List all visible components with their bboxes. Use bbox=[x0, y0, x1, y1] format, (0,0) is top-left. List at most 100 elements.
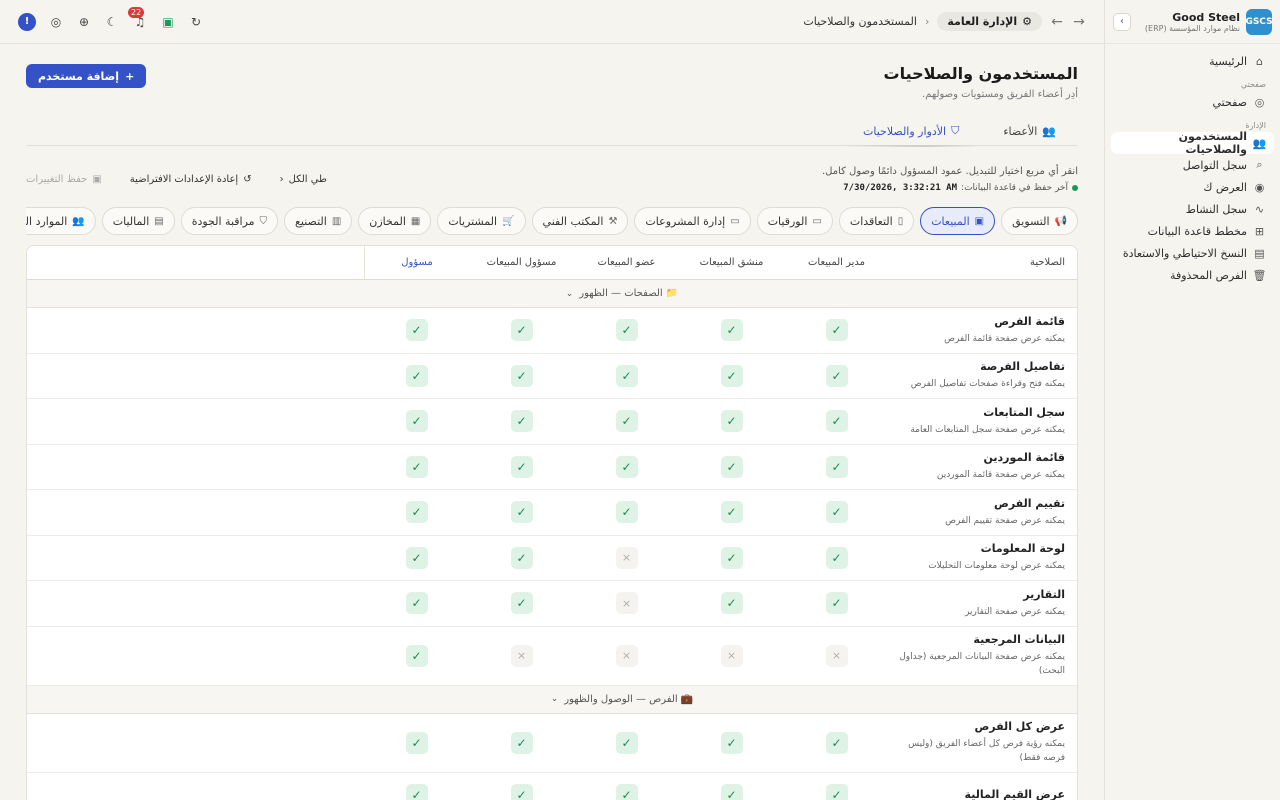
sidebar-item[interactable]: 🗑 الفرص المحذوفة bbox=[1111, 264, 1274, 286]
sidebar-item[interactable]: ∿ سجل النشاط bbox=[1111, 198, 1274, 220]
check-icon[interactable]: ✓ bbox=[405, 731, 428, 754]
forward-arrow-icon[interactable]: → bbox=[1072, 14, 1086, 30]
x-icon[interactable]: × bbox=[615, 546, 638, 569]
check-icon[interactable]: ✓ bbox=[825, 783, 848, 800]
permission-group-header[interactable]: 📁 الصفحات — الظهور ⌄ bbox=[27, 280, 1077, 308]
module-chip[interactable]: ▣ المبيعات bbox=[920, 207, 996, 235]
check-icon[interactable]: ✓ bbox=[825, 455, 848, 478]
back-arrow-icon[interactable]: ← bbox=[1050, 14, 1064, 30]
x-icon[interactable]: × bbox=[720, 644, 743, 667]
refresh-icon[interactable]: ↻ bbox=[188, 14, 204, 30]
module-chip[interactable]: ⛉ مراقبة الجودة bbox=[180, 207, 279, 235]
check-icon[interactable]: ✓ bbox=[825, 319, 848, 342]
check-circle-icon[interactable]: ◎ bbox=[48, 14, 64, 30]
x-icon[interactable]: × bbox=[825, 644, 848, 667]
check-icon[interactable]: ✓ bbox=[720, 546, 743, 569]
collapse-all-button[interactable]: طي الكل ‹ bbox=[280, 174, 327, 185]
excel-icon[interactable]: ▣ bbox=[160, 14, 176, 30]
sidebar-item[interactable]: 👥 المستخدمون والصلاحيات bbox=[1111, 130, 1274, 156]
module-chip[interactable]: ▥ التصنيع bbox=[284, 207, 353, 235]
save-changes-button[interactable]: ▣ حفظ التغييرات bbox=[26, 174, 102, 185]
x-icon[interactable]: × bbox=[615, 644, 638, 667]
sidebar-collapse-button[interactable]: › bbox=[1113, 12, 1131, 31]
check-icon[interactable]: ✓ bbox=[510, 731, 533, 754]
brand-subtitle: نظام موارد المؤسسة (ERP) bbox=[1144, 23, 1240, 33]
permission-toggle-cell: ✓ bbox=[574, 783, 679, 800]
check-icon[interactable]: ✓ bbox=[405, 455, 428, 478]
check-icon[interactable]: ✓ bbox=[405, 592, 428, 615]
tab-roles-permissions[interactable]: ⛉ الأدوار والصلاحيات bbox=[841, 116, 982, 147]
sidebar-item[interactable]: ⊞ مخطط قاعدة البيانات bbox=[1111, 220, 1274, 242]
permission-toggle-cell: ✓ bbox=[469, 783, 574, 800]
check-icon[interactable]: ✓ bbox=[615, 455, 638, 478]
module-chip[interactable]: 🛒 المشتريات bbox=[437, 207, 526, 235]
tab-members[interactable]: 👥 الأعضاء bbox=[981, 116, 1078, 146]
module-chip[interactable]: ▦ المخازن bbox=[358, 207, 432, 235]
check-icon[interactable]: ✓ bbox=[510, 592, 533, 615]
check-icon[interactable]: ✓ bbox=[720, 731, 743, 754]
check-icon[interactable]: ✓ bbox=[510, 455, 533, 478]
table-header: الصلاحية مدير المبيعات منشق المبيعات عضو ال… bbox=[27, 245, 1077, 280]
module-chip[interactable]: 👥 الموارد البشرية bbox=[26, 207, 96, 235]
moon-icon[interactable]: ☾ bbox=[104, 14, 120, 30]
globe-icon[interactable]: ⊕ bbox=[76, 14, 92, 30]
check-icon[interactable]: ✓ bbox=[510, 364, 533, 387]
check-icon[interactable]: ✓ bbox=[720, 455, 743, 478]
check-icon[interactable]: ✓ bbox=[405, 546, 428, 569]
permission-description: يمكنه عرض صفحة تقييم الفرص bbox=[945, 515, 1065, 526]
permission-toggle-cell: ✓ bbox=[679, 410, 784, 433]
check-icon[interactable]: ✓ bbox=[720, 319, 743, 342]
check-icon[interactable]: ✓ bbox=[510, 501, 533, 524]
table-row: قائمة الموردين يمكنه عرض صفحة قائمة المور… bbox=[27, 445, 1077, 490]
sidebar-item[interactable]: ▤ النسخ الاحتياطي والاستعادة bbox=[1111, 242, 1274, 264]
check-icon[interactable]: ✓ bbox=[405, 644, 428, 667]
x-icon[interactable]: × bbox=[615, 592, 638, 615]
check-icon[interactable]: ✓ bbox=[510, 319, 533, 342]
breadcrumb-root[interactable]: ⚙ الإدارة العامة bbox=[937, 12, 1042, 31]
check-icon[interactable]: ✓ bbox=[615, 731, 638, 754]
bell-icon[interactable]: ♫ 22 bbox=[128, 6, 148, 30]
check-icon[interactable]: ✓ bbox=[825, 731, 848, 754]
sidebar-item[interactable]: ◉ العرض ك bbox=[1111, 176, 1274, 198]
check-icon[interactable]: ✓ bbox=[615, 410, 638, 433]
check-icon[interactable]: ✓ bbox=[825, 592, 848, 615]
check-icon[interactable]: ✓ bbox=[720, 592, 743, 615]
reset-defaults-button[interactable]: ↺ إعادة الإعدادات الافتراضية bbox=[130, 174, 252, 185]
check-icon[interactable]: ✓ bbox=[615, 501, 638, 524]
check-icon[interactable]: ✓ bbox=[405, 783, 428, 800]
sidebar-item[interactable]: ⌕ سجل التواصل bbox=[1111, 154, 1274, 176]
check-icon[interactable]: ✓ bbox=[720, 410, 743, 433]
check-icon[interactable]: ✓ bbox=[825, 364, 848, 387]
module-chip[interactable]: ⚒ المكتب الفني bbox=[531, 207, 629, 235]
check-icon[interactable]: ✓ bbox=[405, 501, 428, 524]
alert-icon[interactable]: ! bbox=[18, 12, 36, 31]
module-chip[interactable]: ▤ الماليات bbox=[101, 207, 175, 235]
check-icon[interactable]: ✓ bbox=[720, 501, 743, 524]
check-icon[interactable]: ✓ bbox=[510, 546, 533, 569]
check-icon[interactable]: ✓ bbox=[510, 410, 533, 433]
permission-cell: البيانات المرجعية يمكنه عرض صفحة البيانات… bbox=[889, 633, 1077, 678]
add-user-button[interactable]: + إضافة مستخدم bbox=[26, 64, 147, 88]
check-icon[interactable]: ✓ bbox=[825, 501, 848, 524]
permission-toggle-cell: ✓ bbox=[364, 364, 469, 387]
check-icon[interactable]: ✓ bbox=[615, 319, 638, 342]
module-chip[interactable]: ▯ التعاقدات bbox=[838, 207, 915, 235]
module-chip[interactable]: ▭ الورقيات bbox=[756, 207, 833, 235]
check-icon[interactable]: ✓ bbox=[510, 783, 533, 800]
check-icon[interactable]: ✓ bbox=[615, 783, 638, 800]
check-icon[interactable]: ✓ bbox=[615, 364, 638, 387]
module-chip[interactable]: 📢 التسويق bbox=[1001, 207, 1078, 235]
sidebar-item[interactable]: ⌂ الرئيسية bbox=[1111, 50, 1274, 72]
module-chip-label: المخازن bbox=[369, 214, 406, 228]
check-icon[interactable]: ✓ bbox=[720, 783, 743, 800]
check-icon[interactable]: ✓ bbox=[720, 364, 743, 387]
check-icon[interactable]: ✓ bbox=[405, 364, 428, 387]
permission-group-header[interactable]: 💼 الفرص — الوصول والظهور ⌄ bbox=[27, 685, 1077, 714]
check-icon[interactable]: ✓ bbox=[825, 546, 848, 569]
module-chip[interactable]: ▭ إدارة المشروعات bbox=[634, 207, 751, 235]
check-icon[interactable]: ✓ bbox=[405, 319, 428, 342]
x-icon[interactable]: × bbox=[510, 644, 533, 667]
sidebar-item[interactable]: ◎ صفحتي bbox=[1111, 91, 1274, 113]
check-icon[interactable]: ✓ bbox=[825, 410, 848, 433]
check-icon[interactable]: ✓ bbox=[405, 410, 428, 433]
